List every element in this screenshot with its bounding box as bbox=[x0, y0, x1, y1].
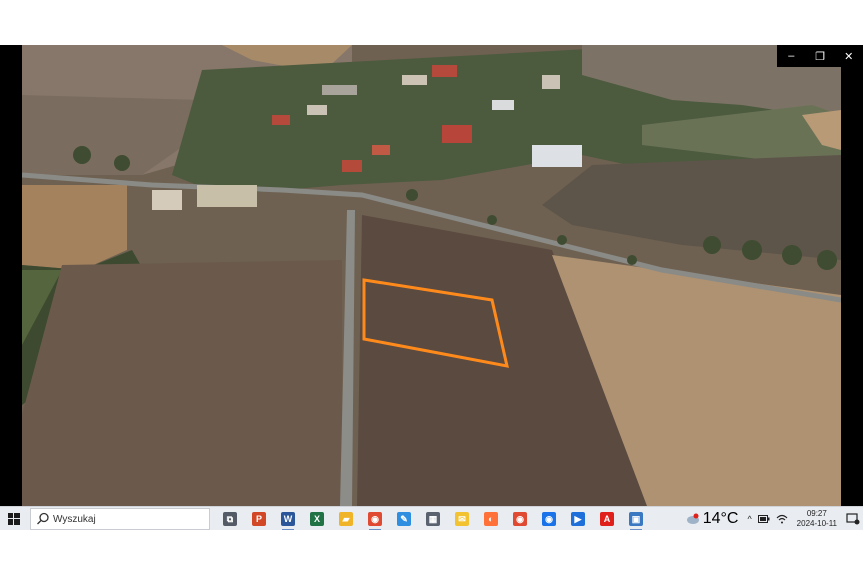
media-player-icon: ▶ bbox=[571, 512, 585, 526]
search-input[interactable] bbox=[51, 513, 195, 525]
minimize-button[interactable]: – bbox=[777, 45, 806, 67]
clock-date: 2024-10-11 bbox=[796, 519, 837, 528]
temperature-label: 14°C bbox=[702, 510, 739, 527]
taskbar-app-button[interactable]: ◉ bbox=[537, 507, 561, 531]
taskbar-app-button[interactable]: A bbox=[595, 507, 619, 531]
window-controls: – ❐ ✕ bbox=[777, 45, 863, 67]
taskbar-app-button[interactable]: ⧉ bbox=[218, 507, 242, 531]
powerpoint-icon: P bbox=[252, 512, 266, 526]
chrome-icon: ◉ bbox=[368, 512, 382, 526]
taskbar-app-button[interactable]: ▰ bbox=[334, 507, 358, 531]
taskbar-app-button[interactable]: ◐ bbox=[479, 507, 503, 531]
bottom-margin bbox=[0, 530, 863, 575]
task-view-icon: ⧉ bbox=[223, 512, 237, 526]
firefox-icon: ◐ bbox=[484, 512, 498, 526]
taskbar-app-button[interactable]: ◉ bbox=[363, 507, 387, 531]
taskbar-app-button[interactable]: X bbox=[305, 507, 329, 531]
taskbar-app-button[interactable]: ▦ bbox=[421, 507, 445, 531]
aerial-scene bbox=[22, 45, 841, 506]
taskbar-app-button[interactable]: ✉ bbox=[450, 507, 474, 531]
calculator-icon: ▦ bbox=[426, 512, 440, 526]
top-margin bbox=[0, 0, 863, 45]
start-button[interactable] bbox=[0, 507, 28, 531]
chrome-alt-icon: ◉ bbox=[513, 512, 527, 526]
acrobat-icon: A bbox=[600, 512, 614, 526]
sticky-notes-icon: ✉ bbox=[455, 512, 469, 526]
photos-icon: ▣ bbox=[629, 512, 643, 526]
notifications-icon[interactable] bbox=[843, 507, 863, 531]
letterbox-left bbox=[0, 45, 22, 506]
paint-icon: ✎ bbox=[397, 512, 411, 526]
tray-overflow-chevron[interactable]: ^ bbox=[744, 507, 754, 531]
close-button[interactable]: ✕ bbox=[834, 45, 863, 67]
weather-widget[interactable]: 14°C bbox=[684, 510, 745, 528]
restore-button[interactable]: ❐ bbox=[806, 45, 835, 67]
chrome-canary-icon: ◉ bbox=[542, 512, 556, 526]
system-tray: 14°C ^ 09:27 2024-10-11 bbox=[684, 507, 863, 531]
aerial-video-frame[interactable] bbox=[22, 45, 841, 506]
wifi-icon[interactable] bbox=[773, 507, 791, 531]
taskbar-search[interactable] bbox=[30, 508, 210, 530]
letterbox-right bbox=[841, 45, 863, 506]
excel-icon: X bbox=[310, 512, 324, 526]
search-icon bbox=[37, 512, 49, 525]
taskbar-app-button[interactable]: ▶ bbox=[566, 507, 590, 531]
windows-logo-icon bbox=[8, 513, 20, 525]
taskbar-app-button[interactable]: ◉ bbox=[508, 507, 532, 531]
taskbar-clock[interactable]: 09:27 2024-10-11 bbox=[791, 509, 843, 529]
battery-icon[interactable] bbox=[755, 507, 773, 531]
taskbar-app-button[interactable]: ✎ bbox=[392, 507, 416, 531]
taskbar-app-button[interactable]: ▣ bbox=[624, 507, 648, 531]
field-plowed-left bbox=[22, 260, 342, 506]
weather-cloud-icon bbox=[686, 513, 699, 524]
file-explorer-icon: ▰ bbox=[339, 512, 353, 526]
word-icon: W bbox=[281, 512, 295, 526]
taskbar: ⧉ P W X ▰ ◉ ✎ ▦ ✉ ◐ ◉ ◉ ▶ A ▣ 14°C ^ 09:27 2024-10-11 bbox=[0, 506, 863, 531]
pinned-apps: ⧉ P W X ▰ ◉ ✎ ▦ ✉ ◐ ◉ ◉ ▶ A ▣ bbox=[218, 507, 653, 531]
taskbar-app-button[interactable]: W bbox=[276, 507, 300, 531]
clock-time: 09:27 bbox=[806, 509, 827, 518]
taskbar-app-button[interactable]: P bbox=[247, 507, 271, 531]
